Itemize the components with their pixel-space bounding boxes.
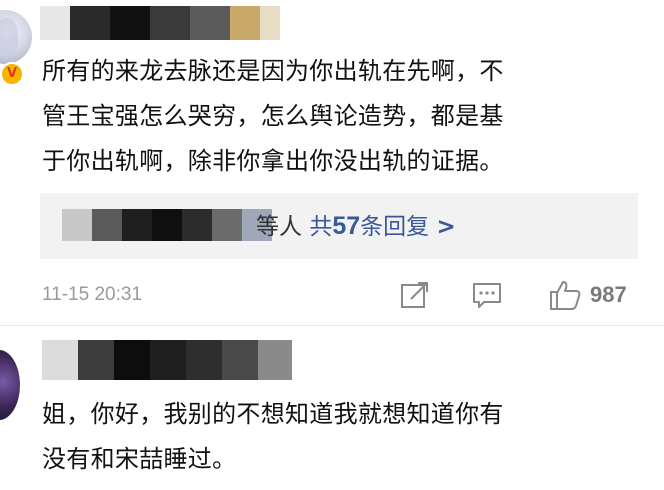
like-count: 987: [590, 282, 627, 307]
comment-text: 所有的来龙去脉还是因为你出轨在先啊，不 管王宝强怎么哭穷，怎么舆论造势，都是基 …: [42, 49, 658, 184]
comment-line: 姐，你好，我别的不想知道我就想知道你有: [42, 400, 504, 428]
reply-count: 57: [332, 212, 361, 240]
reply-suffix: 等人: [256, 214, 302, 240]
divider: [0, 325, 664, 326]
like-icon[interactable]: [548, 278, 582, 312]
reply-usernames-blurred: [62, 209, 272, 241]
reply-unit: 条回复: [360, 214, 430, 240]
share-icon[interactable]: [398, 278, 432, 312]
timestamp: 11-15 20:31: [42, 284, 143, 305]
reply-summary-box[interactable]: 等人 共57条回复 >: [40, 193, 638, 259]
verified-badge-icon: V: [0, 62, 24, 86]
comment-line: 所有的来龙去脉还是因为你出轨在先啊，不: [42, 57, 504, 85]
avatar[interactable]: [0, 10, 32, 64]
comment-icon[interactable]: [470, 278, 504, 312]
comment-line: 管王宝强怎么哭穷，怎么舆论造势，都是基: [42, 102, 504, 130]
reply-summary-text[interactable]: 等人 共57条回复 >: [256, 209, 456, 243]
chevron-right-icon: >: [436, 214, 456, 240]
comment-line: 没有和宋喆睡过。: [42, 445, 237, 473]
reply-prefix: 共: [309, 214, 333, 240]
comment-text: 姐，你好，我别的不想知道我就想知道你有 没有和宋喆睡过。: [42, 392, 658, 482]
comment-line: 于你出轨啊，除非你拿出你没出轨的证据。: [42, 147, 504, 175]
username-blurred[interactable]: [42, 340, 292, 380]
username-blurred[interactable]: [40, 6, 280, 40]
avatar[interactable]: [0, 350, 20, 420]
